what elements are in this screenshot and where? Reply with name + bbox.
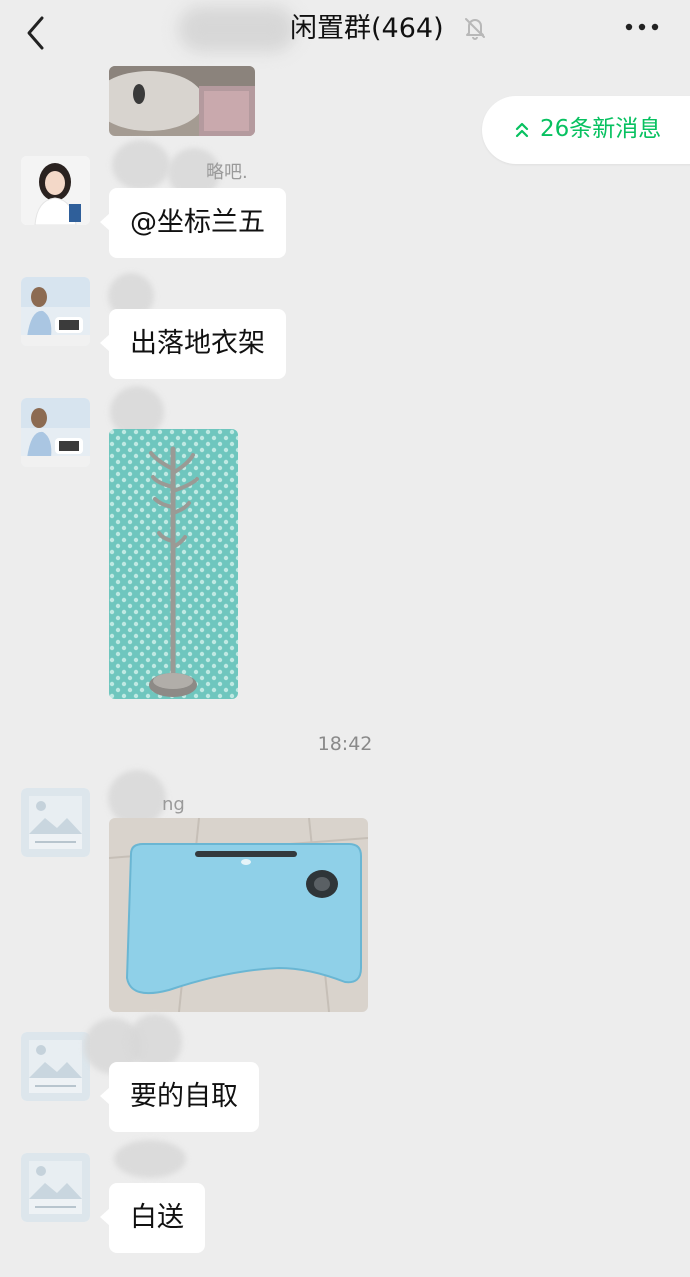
avatar[interactable] <box>21 398 90 467</box>
avatar[interactable] <box>21 788 90 857</box>
previous-image-message[interactable] <box>109 66 255 136</box>
sender-nickname: 略吧. <box>206 162 248 183</box>
blurred-group-name <box>178 6 296 52</box>
image-message[interactable] <box>109 429 238 699</box>
chat-header: 闲置群(464) <box>0 0 690 62</box>
blurred-nickname <box>112 140 170 190</box>
new-messages-label: 26条新消息 <box>540 116 662 142</box>
back-button[interactable] <box>14 8 58 52</box>
image-message[interactable] <box>109 818 368 1012</box>
more-button[interactable] <box>620 14 664 40</box>
avatar[interactable] <box>21 156 90 225</box>
new-messages-button[interactable]: 26条新消息 <box>482 96 690 164</box>
more-dots-icon <box>625 23 659 31</box>
chat-screen: 闲置群(464) 26条新消息 略吧. @坐标兰五 出落地衣架 18:42 ng… <box>0 0 690 1277</box>
bell-off-icon <box>462 15 488 41</box>
sender-nickname: ng <box>162 794 185 815</box>
double-chevron-up-icon <box>515 122 529 138</box>
avatar[interactable] <box>21 277 90 346</box>
text-message[interactable]: 白送 <box>100 1183 205 1253</box>
avatar[interactable] <box>21 1032 90 1101</box>
message-timestamp: 18:42 <box>317 733 373 755</box>
avatar[interactable] <box>21 1153 90 1222</box>
chat-title: 闲置群(464) <box>290 13 444 44</box>
text-message[interactable]: 要的自取 <box>100 1062 259 1132</box>
text-message[interactable]: @坐标兰五 <box>100 188 286 258</box>
blurred-nickname <box>114 1140 186 1178</box>
text-message[interactable]: 出落地衣架 <box>100 309 286 379</box>
chevron-left-icon <box>27 16 44 50</box>
